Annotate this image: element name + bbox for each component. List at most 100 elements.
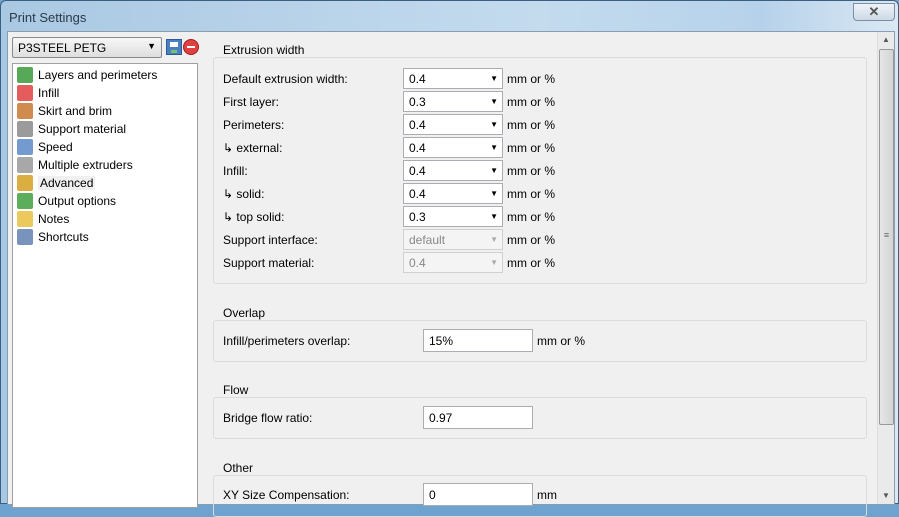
scrollbar-thumb[interactable]: ≡ [879, 49, 894, 425]
group-title-other: Other [222, 461, 255, 475]
extrusion-width-combo[interactable]: 0.4 ▼ [403, 68, 503, 89]
tree-item-skirt-and-brim[interactable]: Skirt and brim [17, 102, 112, 120]
tree-item-infill[interactable]: Infill [17, 84, 59, 102]
combo-value: 0.4 [409, 118, 426, 132]
chevron-down-icon: ▼ [490, 258, 498, 267]
extrusion-width-combo[interactable]: 0.4 ▼ [403, 114, 503, 135]
chevron-down-icon: ▼ [147, 41, 156, 51]
chevron-down-icon: ▼ [490, 235, 498, 244]
group-title-extrusion: Extrusion width [222, 43, 306, 57]
combo-value: 0.4 [409, 72, 426, 86]
extrusion-row-label: First layer: [223, 95, 280, 109]
combo-value: 0.3 [409, 210, 426, 224]
extrusion-row-label: Default extrusion width: [223, 72, 348, 86]
xy-compensation-input[interactable]: 0 [423, 483, 533, 506]
extrusion-width-combo: 0.4 ▼ [403, 252, 503, 273]
infill-icon [17, 85, 33, 101]
tree-item-label: Layers and perimeters [38, 68, 158, 82]
support-icon [17, 121, 33, 137]
tree-item-layers-and-perimeters[interactable]: Layers and perimeters [17, 66, 157, 84]
chevron-down-icon: ▼ [490, 74, 498, 83]
bridge-flow-label: Bridge flow ratio: [223, 411, 313, 425]
layers-icon [17, 67, 33, 83]
extrusion-width-combo[interactable]: 0.4 ▼ [403, 137, 503, 158]
save-icon[interactable] [166, 39, 182, 55]
chevron-down-icon: ▼ [490, 166, 498, 175]
extrusion-row-label: ↳ external: [223, 141, 283, 155]
wrench-icon [17, 229, 33, 245]
chevron-down-icon: ▼ [490, 120, 498, 129]
overlap-label: Infill/perimeters overlap: [223, 334, 351, 348]
tree-item-speed[interactable]: Speed [17, 138, 73, 156]
unit-label: mm or % [507, 164, 555, 178]
combo-value: 0.3 [409, 95, 426, 109]
extrusion-row-label: ↳ solid: [223, 187, 265, 201]
print-settings-window: Print Settings ✕ P3STEEL PETG ▼ Layers an… [0, 0, 899, 517]
skirt-icon [17, 103, 33, 119]
group-title-flow: Flow [222, 383, 250, 397]
unit-label: mm or % [507, 256, 555, 270]
unit-label: mm or % [507, 210, 555, 224]
scroll-up-icon[interactable]: ▲ [878, 35, 894, 44]
chevron-down-icon: ▼ [490, 143, 498, 152]
tree-item-advanced[interactable]: Advanced [17, 174, 96, 192]
bridge-flow-input[interactable]: 0.97 [423, 406, 533, 429]
tree-item-label: Speed [38, 140, 73, 154]
preset-dropdown[interactable]: P3STEEL PETG ▼ [12, 37, 162, 58]
tree-item-support-material[interactable]: Support material [17, 120, 126, 138]
extrusion-row-label: Infill: [223, 164, 248, 178]
tree-item-shortcuts[interactable]: Shortcuts [17, 228, 89, 246]
extrusion-width-combo[interactable]: 0.4 ▼ [403, 160, 503, 181]
tree-item-label: Output options [38, 194, 117, 208]
extrusion-width-combo[interactable]: 0.3 ▼ [403, 91, 503, 112]
extrusion-row-label: Support material: [223, 256, 315, 270]
category-tree: Layers and perimeters Infill Skirt and bri… [12, 63, 198, 508]
tree-item-multiple-extruders[interactable]: Multiple extruders [17, 156, 133, 174]
output-icon [17, 193, 33, 209]
speed-icon [17, 139, 33, 155]
tree-item-output-options[interactable]: Output options [17, 192, 116, 210]
extrusion-width-combo[interactable]: 0.4 ▼ [403, 183, 503, 204]
extrusion-row-label: Perimeters: [223, 118, 285, 132]
vertical-scrollbar[interactable]: ▲ ≡ ▼ [877, 32, 894, 504]
funnel-icon [17, 157, 33, 173]
tree-item-label: Advanced [38, 176, 96, 190]
window-title: Print Settings [9, 10, 87, 25]
preset-value: P3STEEL PETG [18, 41, 107, 55]
note-icon [17, 211, 33, 227]
unit-label: mm or % [507, 72, 555, 86]
combo-value: 0.4 [409, 141, 426, 155]
unit-label: mm or % [507, 187, 555, 201]
unit-label: mm or % [507, 95, 555, 109]
tree-item-label: Skirt and brim [38, 104, 113, 118]
extrusion-width-combo[interactable]: 0.3 ▼ [403, 206, 503, 227]
extrusion-row-label: Support interface: [223, 233, 318, 247]
extrusion-width-combo: default ▼ [403, 229, 503, 250]
xy-compensation-unit: mm [537, 488, 557, 502]
chevron-down-icon: ▼ [490, 97, 498, 106]
combo-value: default [409, 233, 446, 247]
tree-item-label: Support material [38, 122, 127, 136]
xy-compensation-label: XY Size Compensation: [223, 488, 350, 502]
unit-label: mm or % [507, 118, 555, 132]
client-area: P3STEEL PETG ▼ Layers and perimeters Infil… [7, 31, 895, 517]
tree-item-notes[interactable]: Notes [17, 210, 69, 228]
group-title-overlap: Overlap [222, 306, 267, 320]
overlap-input[interactable]: 15% [423, 329, 533, 352]
unit-label: mm or % [507, 233, 555, 247]
tree-item-label: Shortcuts [38, 230, 89, 244]
close-button[interactable]: ✕ [853, 3, 895, 21]
combo-value: 0.4 [409, 164, 426, 178]
tree-item-label: Multiple extruders [38, 158, 133, 172]
unit-label: mm or % [507, 141, 555, 155]
delete-icon[interactable] [183, 39, 199, 55]
tree-item-label: Notes [38, 212, 70, 226]
chevron-down-icon: ▼ [490, 189, 498, 198]
chevron-down-icon: ▼ [490, 212, 498, 221]
combo-value: 0.4 [409, 187, 426, 201]
combo-value: 0.4 [409, 256, 426, 270]
wand-icon [17, 175, 33, 191]
overlap-unit: mm or % [537, 334, 585, 348]
tree-item-label: Infill [38, 86, 60, 100]
scroll-down-icon[interactable]: ▼ [878, 491, 894, 500]
